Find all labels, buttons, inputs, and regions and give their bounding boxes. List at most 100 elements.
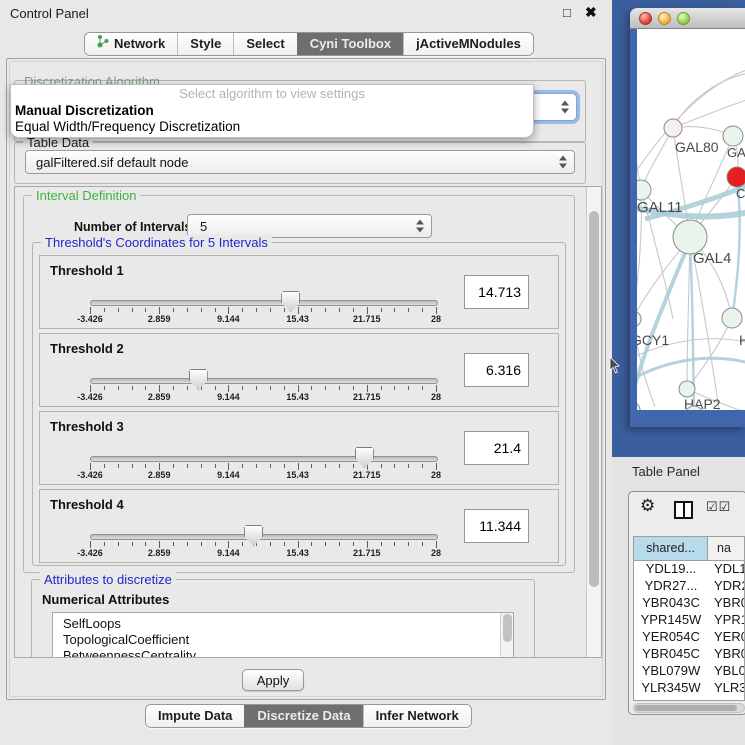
network-node-c[interactable] bbox=[727, 167, 745, 187]
float-window-icon[interactable]: □ bbox=[563, 5, 571, 20]
network-view-window[interactable]: GAL80GACGAL11GAL4GCY1HHAP2 bbox=[630, 8, 745, 427]
bottom-tab-bar: Impute Data Discretize Data Infer Network bbox=[145, 704, 472, 728]
tab-infer-network[interactable]: Infer Network bbox=[363, 705, 471, 727]
close-icon[interactable]: ✖ bbox=[585, 4, 597, 21]
network-canvas[interactable]: GAL80GACGAL11GAL4GCY1HHAP2 bbox=[637, 29, 745, 410]
network-edge[interactable] bbox=[687, 237, 690, 389]
scrollbar-thumb[interactable] bbox=[589, 211, 599, 587]
numerical-attributes-list[interactable]: SelfLoopsTopologicalCoefficientBetweenne… bbox=[52, 612, 514, 658]
scale-number: 28 bbox=[431, 314, 441, 324]
scrollbar-thumb[interactable] bbox=[635, 705, 737, 711]
tab-cyni-toolbox[interactable]: Cyni Toolbox bbox=[297, 33, 403, 55]
tick-mark bbox=[284, 542, 285, 546]
slider-track[interactable] bbox=[90, 300, 438, 306]
table-data-combobox[interactable]: galFiltered.sif default node bbox=[25, 150, 575, 174]
node-label-gal4: GAL4 bbox=[693, 250, 731, 267]
tick-mark bbox=[367, 385, 368, 392]
dropdown-placeholder-option[interactable]: Select algorithm to view settings bbox=[11, 85, 533, 103]
tick-mark bbox=[187, 542, 188, 546]
network-graph[interactable]: GAL80GACGAL11GAL4GCY1HHAP2 bbox=[637, 29, 745, 410]
select-columns-checkboxes-icon[interactable]: ☑☑ bbox=[706, 499, 731, 515]
attribute-list-item[interactable]: TopologicalCoefficient bbox=[53, 632, 513, 648]
tab-style[interactable]: Style bbox=[177, 33, 233, 55]
tick-mark bbox=[104, 542, 105, 546]
tick-mark bbox=[311, 542, 312, 546]
network-node-h[interactable] bbox=[722, 308, 742, 328]
attribute-list-item[interactable]: BetweennessCentrality bbox=[53, 648, 513, 658]
thresholds-group-title: Threshold's Coordinates for 5 Intervals bbox=[41, 235, 272, 250]
tick-mark bbox=[118, 464, 119, 468]
network-desktop: GAL80GACGAL11GAL4GCY1HHAP2 bbox=[612, 0, 745, 457]
table-row[interactable]: YDR27...YDR2 bbox=[634, 578, 744, 595]
threshold-value-field[interactable]: 14.713 bbox=[464, 275, 529, 309]
dropdown-option-equal-width-frequency[interactable]: Equal Width/Frequency Discretization bbox=[11, 119, 533, 135]
slider-track[interactable] bbox=[90, 378, 438, 384]
network-node-hap2[interactable] bbox=[679, 381, 695, 397]
slider-thumb[interactable] bbox=[281, 291, 300, 312]
tab-label: Discretize Data bbox=[257, 705, 350, 727]
dropdown-option-manual-discretization[interactable]: Manual Discretization bbox=[11, 103, 533, 119]
split-columns-icon[interactable] bbox=[674, 501, 693, 519]
close-traffic-light-icon[interactable] bbox=[639, 12, 652, 25]
table-row[interactable]: YIL052CYIL0 bbox=[634, 697, 744, 701]
network-node-gal4[interactable] bbox=[673, 220, 707, 254]
scale-number: 2.859 bbox=[148, 314, 171, 324]
network-window-titlebar[interactable] bbox=[630, 8, 745, 29]
tick-mark bbox=[381, 542, 382, 546]
tick-mark bbox=[339, 308, 340, 312]
slider-track[interactable] bbox=[90, 534, 438, 540]
tab-impute-data[interactable]: Impute Data bbox=[146, 705, 244, 727]
slider-thumb[interactable] bbox=[355, 447, 374, 468]
table-row[interactable]: YBR043CYBR0 bbox=[634, 595, 744, 612]
attributes-list-scrollbar[interactable] bbox=[500, 613, 513, 658]
cell-shared-name: YDR27... bbox=[634, 578, 708, 595]
tick-mark bbox=[159, 385, 160, 392]
network-edge[interactable] bbox=[673, 99, 745, 128]
tick-mark bbox=[215, 386, 216, 390]
network-edge[interactable] bbox=[637, 99, 641, 190]
network-edge-highlighted[interactable] bbox=[637, 358, 745, 381]
network-edge[interactable] bbox=[673, 73, 745, 128]
tab-select[interactable]: Select bbox=[233, 33, 296, 55]
attribute-list-item[interactable]: SelfLoops bbox=[53, 616, 513, 632]
threshold-value-field[interactable]: 21.4 bbox=[464, 431, 529, 465]
tick-mark bbox=[242, 542, 243, 546]
table-horizontal-scrollbar[interactable] bbox=[633, 703, 745, 713]
slider-thumb[interactable] bbox=[244, 525, 263, 546]
scrollbar-thumb[interactable] bbox=[503, 614, 512, 642]
column-header-shared-name[interactable]: shared... bbox=[634, 537, 708, 560]
cell-shared-name: YBL079W bbox=[634, 663, 708, 680]
table-row[interactable]: YBL079WYBL0 bbox=[634, 663, 744, 680]
tick-mark bbox=[298, 541, 299, 548]
gear-icon[interactable]: ⚙ bbox=[640, 496, 655, 516]
node-label-h: H bbox=[739, 332, 745, 348]
tick-mark bbox=[284, 308, 285, 312]
settings-vertical-scrollbar[interactable] bbox=[586, 187, 601, 657]
table-row[interactable]: YER054CYER0 bbox=[634, 629, 744, 646]
network-node[interactable] bbox=[637, 402, 640, 410]
tick-mark bbox=[187, 464, 188, 468]
minimize-traffic-light-icon[interactable] bbox=[658, 12, 671, 25]
table-row[interactable]: YPR145WYPR1 bbox=[634, 612, 744, 629]
thresholds-group: Threshold's Coordinates for 5 Intervals … bbox=[32, 242, 566, 566]
tick-mark bbox=[353, 464, 354, 468]
network-node-ga[interactable] bbox=[723, 126, 743, 146]
network-node-gal80[interactable] bbox=[664, 119, 682, 137]
slider-thumb[interactable] bbox=[189, 369, 208, 390]
column-header-name[interactable]: na bbox=[708, 537, 744, 560]
table-row[interactable]: YBR045CYBR0 bbox=[634, 646, 744, 663]
table-row[interactable]: YDL19...YDL1 bbox=[634, 561, 744, 578]
tab-discretize-data[interactable]: Discretize Data bbox=[244, 705, 362, 727]
network-edge[interactable] bbox=[637, 69, 745, 179]
slider-track[interactable] bbox=[90, 456, 438, 462]
network-node-gal11[interactable] bbox=[637, 180, 651, 200]
table-row[interactable]: YLR345WYLR3 bbox=[634, 680, 744, 697]
tab-network[interactable]: Network bbox=[85, 33, 177, 55]
threshold-value-field[interactable]: 6.316 bbox=[464, 353, 529, 387]
threshold-value-field[interactable]: 11.344 bbox=[464, 509, 529, 543]
zoom-traffic-light-icon[interactable] bbox=[677, 12, 690, 25]
network-node-gcy1[interactable] bbox=[637, 311, 641, 327]
apply-button[interactable]: Apply bbox=[242, 669, 304, 691]
tab-jactivemnodules[interactable]: jActiveMNodules bbox=[403, 33, 533, 55]
slider-scale bbox=[90, 334, 436, 406]
